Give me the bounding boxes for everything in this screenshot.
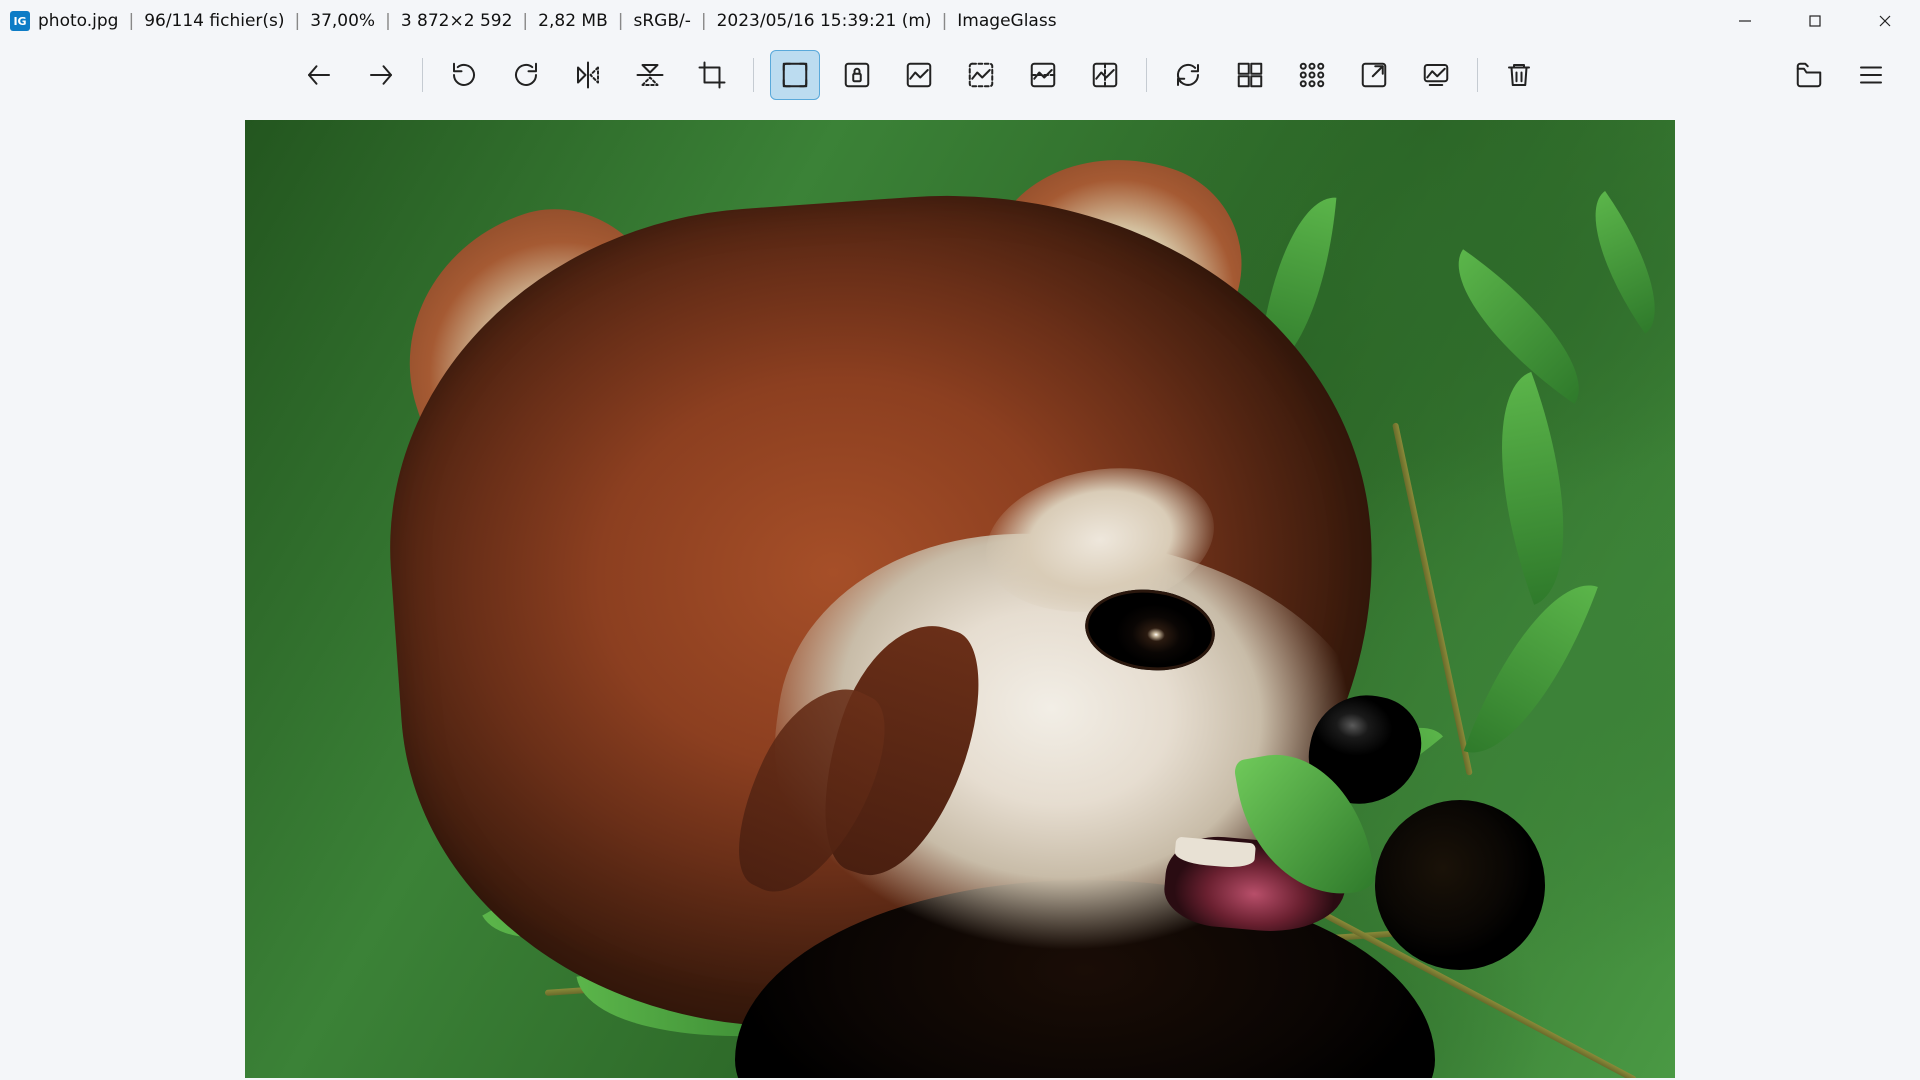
- filename-label: photo.jpg: [38, 11, 118, 31]
- crop-icon: [697, 60, 727, 90]
- auto-zoom-icon: [780, 60, 810, 90]
- close-button[interactable]: [1850, 0, 1920, 42]
- slideshow-icon: [1421, 60, 1451, 90]
- window-fit-icon: [1359, 60, 1389, 90]
- colorspace-label: sRGB/-: [633, 11, 690, 31]
- scale-fit-icon: [904, 60, 934, 90]
- folder-open-icon: [1794, 60, 1824, 90]
- rotate-cw-icon: [511, 60, 541, 90]
- datetime-label: 2023/05/16 15:39:21 (m): [717, 11, 932, 31]
- previous-image-button[interactable]: [294, 50, 344, 100]
- refresh-icon: [1173, 60, 1203, 90]
- slideshow-button[interactable]: [1411, 50, 1461, 100]
- flip-horizontal-button[interactable]: [563, 50, 613, 100]
- scale-width-icon: [1028, 60, 1058, 90]
- rotate-ccw-button[interactable]: [439, 50, 489, 100]
- thumbnails-button[interactable]: [1225, 50, 1275, 100]
- scale-fill-icon: [966, 60, 996, 90]
- window-fit-button[interactable]: [1349, 50, 1399, 100]
- dimensions-label: 3 872×2 592: [401, 11, 513, 31]
- scale-to-height-button[interactable]: [1080, 50, 1130, 100]
- zoom-label: 37,00%: [310, 11, 375, 31]
- window-controls: [1710, 0, 1920, 42]
- arrow-left-icon: [304, 60, 334, 90]
- minimize-button[interactable]: [1710, 0, 1780, 42]
- lock-zoom-button[interactable]: [832, 50, 882, 100]
- flip-horizontal-icon: [573, 60, 603, 90]
- separator: |: [385, 11, 391, 31]
- app-name-label: ImageGlass: [957, 11, 1056, 31]
- maximize-button[interactable]: [1780, 0, 1850, 42]
- displayed-image: [245, 120, 1675, 1078]
- hamburger-icon: [1856, 60, 1886, 90]
- separator: |: [128, 11, 134, 31]
- trash-icon: [1504, 60, 1534, 90]
- scale-to-width-button[interactable]: [1018, 50, 1068, 100]
- toolbar-separator: [753, 58, 754, 92]
- separator: |: [942, 11, 948, 31]
- separator: |: [701, 11, 707, 31]
- scale-height-icon: [1090, 60, 1120, 90]
- crop-button[interactable]: [687, 50, 737, 100]
- thumbnails-icon: [1235, 60, 1265, 90]
- app-icon: IG: [10, 11, 30, 31]
- main-menu-button[interactable]: [1846, 50, 1896, 100]
- flip-vertical-button[interactable]: [625, 50, 675, 100]
- minimize-icon: [1738, 14, 1752, 28]
- grid-dots-icon: [1297, 60, 1327, 90]
- close-icon: [1878, 14, 1892, 28]
- toolbar-separator: [1477, 58, 1478, 92]
- scale-to-fit-button[interactable]: [894, 50, 944, 100]
- file-index-label: 96/114 fichier(s): [144, 11, 284, 31]
- maximize-icon: [1808, 14, 1822, 28]
- titlebar: IG photo.jpg | 96/114 fichier(s) | 37,00…: [0, 0, 1920, 42]
- refresh-button[interactable]: [1163, 50, 1213, 100]
- open-file-button[interactable]: [1784, 50, 1834, 100]
- toolbar-separator: [1146, 58, 1147, 92]
- toolbar-separator: [422, 58, 423, 92]
- image-viewport[interactable]: [0, 108, 1920, 1080]
- scale-to-fill-button[interactable]: [956, 50, 1006, 100]
- color-picker-button[interactable]: [1287, 50, 1337, 100]
- toolbar: [0, 42, 1920, 108]
- auto-zoom-button[interactable]: [770, 50, 820, 100]
- titlebar-info: photo.jpg | 96/114 fichier(s) | 37,00% |…: [38, 11, 1057, 31]
- delete-button[interactable]: [1494, 50, 1544, 100]
- lock-zoom-icon: [842, 60, 872, 90]
- arrow-right-icon: [366, 60, 396, 90]
- next-image-button[interactable]: [356, 50, 406, 100]
- rotate-ccw-icon: [449, 60, 479, 90]
- separator: |: [618, 11, 624, 31]
- filesize-label: 2,82 MB: [538, 11, 608, 31]
- flip-vertical-icon: [635, 60, 665, 90]
- rotate-cw-button[interactable]: [501, 50, 551, 100]
- separator: |: [295, 11, 301, 31]
- separator: |: [522, 11, 528, 31]
